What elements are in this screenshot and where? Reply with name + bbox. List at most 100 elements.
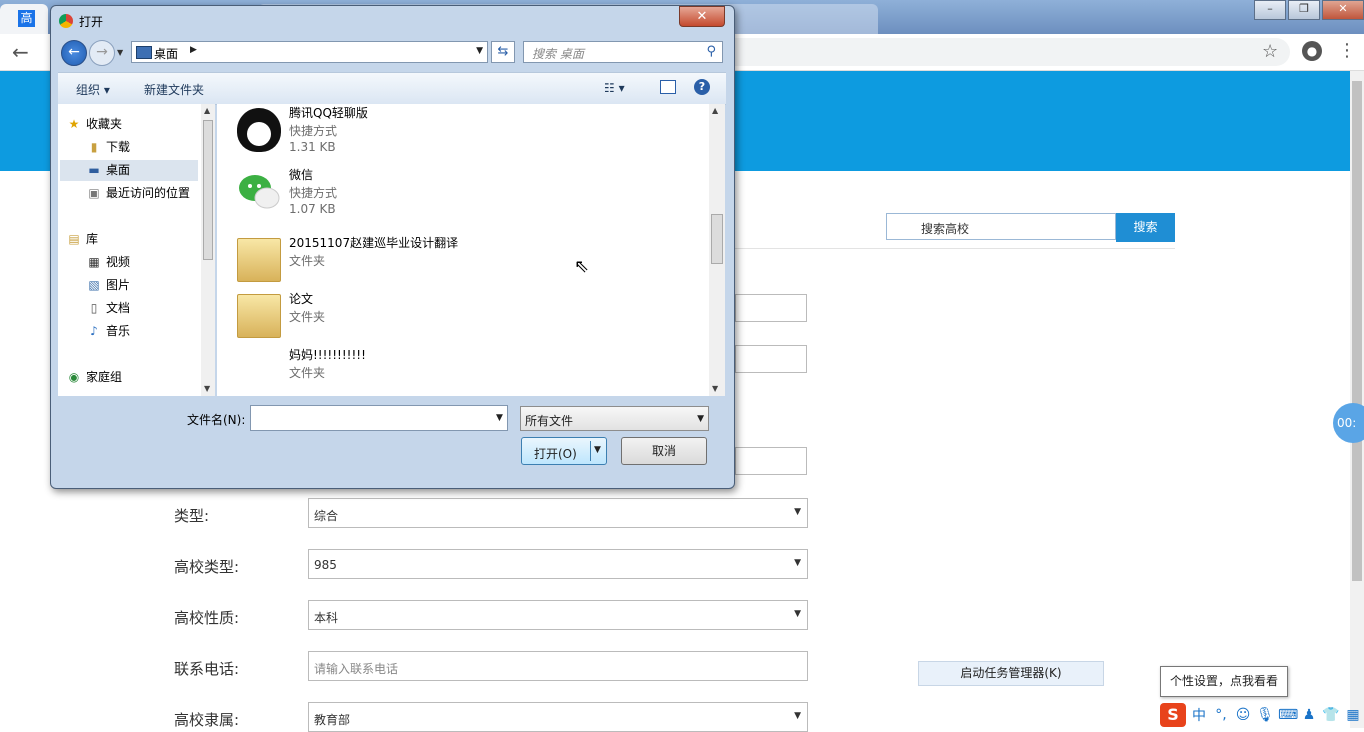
phone-input[interactable]: 请输入联系电话 <box>308 651 808 681</box>
file-item[interactable]: 微信 快捷方式 1.07 KB <box>233 166 703 222</box>
search-icon[interactable]: ⚲ <box>706 44 716 59</box>
chevron-down-icon[interactable]: ▼ <box>476 46 483 56</box>
file-list-scroll-thumb[interactable] <box>711 214 723 264</box>
timer-widget[interactable]: 00: <box>1333 403 1364 443</box>
organize-menu[interactable]: 组织 ▾ <box>76 81 110 98</box>
nav-homegroup[interactable]: ◉ 家庭组 <box>66 368 122 385</box>
form-input-partial[interactable] <box>735 345 807 373</box>
chevron-down-icon[interactable]: ▼ <box>594 445 601 455</box>
nav-back-button[interactable]: ← <box>61 40 87 66</box>
nav-libraries[interactable]: ▤ 库 <box>66 230 98 247</box>
page-scrollbar[interactable] <box>1350 71 1364 728</box>
scroll-down-icon[interactable]: ▼ <box>204 384 210 393</box>
ime-tooltip: 个性设置，点我看看 <box>1160 666 1288 697</box>
keyboard-icon[interactable]: ⌨ <box>1278 707 1298 723</box>
recent-places-icon: ▣ <box>88 186 100 200</box>
nav-videos[interactable]: ▦ 视频 <box>86 253 130 270</box>
open-button-divider <box>590 441 591 461</box>
nav-documents[interactable]: ▯ 文档 <box>86 299 130 316</box>
nav-forward-button[interactable]: → <box>89 40 115 66</box>
dialog-command-bar: 组织 ▾ 新建文件夹 ☷ ▾ ? <box>58 72 726 105</box>
nav-pictures[interactable]: ▧ 图片 <box>86 276 130 293</box>
scroll-up-icon[interactable]: ▲ <box>712 106 718 115</box>
homegroup-icon: ◉ <box>68 370 80 384</box>
window-controls: – ❐ ✕ <box>1252 0 1364 20</box>
cancel-button[interactable]: 取消 <box>621 437 707 465</box>
shirt-icon[interactable]: 👕 <box>1322 707 1340 723</box>
navigation-scroll-thumb[interactable] <box>203 120 213 260</box>
chevron-down-icon: ▼ <box>794 711 801 721</box>
dialog-title: 打开 <box>79 15 104 29</box>
college-nature-select[interactable]: 本科 ▼ <box>308 600 808 630</box>
college-nature-select-value: 本科 <box>314 611 339 625</box>
dialog-close-button[interactable]: ✕ <box>679 6 725 27</box>
scroll-up-icon[interactable]: ▲ <box>204 106 210 115</box>
address-crumb[interactable]: 桌面 <box>154 45 178 62</box>
nav-favorites[interactable]: ★ 收藏夹 <box>66 115 122 132</box>
open-button-label: 打开(O) <box>534 447 577 461</box>
close-window-button[interactable]: ✕ <box>1322 0 1364 20</box>
new-folder-button[interactable]: 新建文件夹 <box>144 81 204 98</box>
filename-input[interactable] <box>250 405 508 431</box>
file-item[interactable]: 论文 文件夹 <box>233 290 703 346</box>
maximize-button[interactable]: ❐ <box>1288 0 1320 20</box>
open-file-dialog: 打开 ✕ ← → ▼ 桌面 ▶ ▼ ⇆ 搜索 桌面 ⚲ 组织 ▾ 新建文件夹 ☷… <box>50 5 735 489</box>
menu-icon[interactable]: ⋮ <box>1338 40 1356 61</box>
browser-tab-active[interactable]: 高 <box>0 4 48 34</box>
smile-icon[interactable]: ☺ <box>1234 707 1252 723</box>
page-scroll-thumb[interactable] <box>1352 81 1362 581</box>
history-dropdown-icon[interactable]: ▼ <box>117 48 123 57</box>
college-type-select-value: 985 <box>314 558 337 572</box>
scroll-down-icon[interactable]: ▼ <box>712 384 718 393</box>
punctuation-toggle[interactable]: °, <box>1212 707 1230 723</box>
music-icon: ♪ <box>90 324 98 338</box>
search-button[interactable]: 搜索 <box>1116 213 1175 242</box>
file-type-select[interactable]: 所有文件 ▼ <box>520 406 709 431</box>
nav-downloads[interactable]: ▮ 下载 <box>86 138 130 155</box>
affiliation-select-value: 教育部 <box>314 713 351 727</box>
file-item[interactable]: 20151107赵建巡毕业设计翻译 文件夹 <box>233 234 703 290</box>
preview-pane-icon[interactable] <box>660 80 676 94</box>
wechat-icon <box>239 175 280 209</box>
change-view-icon[interactable]: ☷ ▾ <box>604 81 625 95</box>
college-type-select[interactable]: 985 ▼ <box>308 549 808 579</box>
form-input-partial[interactable] <box>735 294 807 322</box>
navigation-scrollbar[interactable]: ▲ ▼ <box>201 104 215 396</box>
sogou-logo-icon[interactable]: S <box>1160 703 1186 727</box>
nav-music[interactable]: ♪ 音乐 <box>86 322 130 339</box>
dialog-search-input[interactable]: 搜索 桌面 ⚲ <box>523 41 723 63</box>
desktop-icon <box>136 46 152 59</box>
desktop-icon: ▬ <box>88 163 100 177</box>
field-label-college-type: 高校类型: <box>174 558 240 576</box>
user-icon[interactable]: ♟ <box>1300 707 1318 723</box>
nav-recent[interactable]: ▣ 最近访问的位置 <box>86 184 190 201</box>
file-item[interactable]: 妈妈!!!!!!!!!!! 文件夹 <box>233 346 703 402</box>
ime-mode-toggle[interactable]: 中 <box>1190 705 1208 725</box>
chevron-down-icon: ▼ <box>794 609 801 619</box>
mic-icon[interactable]: 🎙 <box>1256 707 1274 723</box>
college-search-input[interactable]: 搜索高校 <box>886 213 1116 240</box>
library-icon: ▤ <box>68 232 80 246</box>
star-icon[interactable]: ☆ <box>1262 41 1278 62</box>
account-icon[interactable]: ● <box>1302 41 1322 61</box>
nav-desktop[interactable]: ▬ 桌面 <box>86 161 130 178</box>
tab-favicon: 高 <box>18 10 35 27</box>
chevron-down-icon[interactable]: ▼ <box>496 413 503 423</box>
help-icon[interactable]: ? <box>694 79 710 95</box>
open-button[interactable]: 打开(O) ▼ <box>521 437 607 465</box>
chevron-right-icon[interactable]: ▶ <box>190 45 197 55</box>
grid-icon[interactable]: ▦ <box>1344 707 1362 723</box>
chevron-down-icon: ▼ <box>697 414 704 424</box>
start-task-manager-button[interactable]: 启动任务管理器(K) <box>918 661 1104 686</box>
qq-icon <box>237 108 281 152</box>
type-select[interactable]: 综合 ▼ <box>308 498 808 528</box>
dialog-address-bar[interactable]: 桌面 ▶ ▼ <box>131 41 488 63</box>
refresh-button[interactable]: ⇆ <box>491 41 515 63</box>
minimize-button[interactable]: – <box>1254 0 1286 20</box>
file-list-scrollbar[interactable]: ▲ ▼ <box>709 104 725 396</box>
back-arrow-icon[interactable]: ← <box>12 40 29 64</box>
video-icon: ▦ <box>88 255 100 269</box>
type-select-value: 综合 <box>314 509 339 523</box>
form-input-partial[interactable] <box>735 447 807 475</box>
file-item[interactable]: 腾讯QQ轻聊版 快捷方式 1.31 KB <box>233 104 703 160</box>
